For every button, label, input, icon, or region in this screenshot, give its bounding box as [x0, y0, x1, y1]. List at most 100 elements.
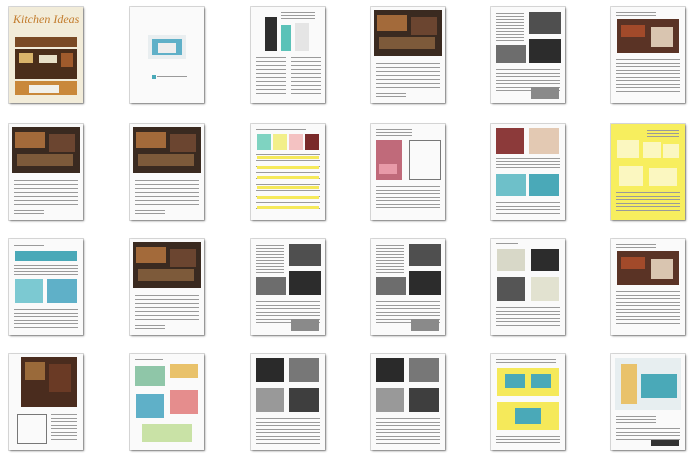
text-line [647, 133, 679, 135]
page-thumbnail-13[interactable] [9, 239, 83, 335]
page-thumbnail-17[interactable] [491, 239, 565, 335]
photo [295, 23, 309, 51]
page-thumbnail-9[interactable] [251, 124, 325, 220]
photo [497, 277, 525, 301]
text-line [496, 324, 560, 326]
page-thumbnail-12[interactable] [611, 124, 685, 220]
page-thumbnail-4[interactable] [371, 7, 445, 103]
page-thumbnail-18[interactable] [611, 239, 685, 335]
photo [529, 12, 561, 34]
text-line [291, 61, 321, 63]
text-line [157, 76, 187, 78]
page-thumbnail-15[interactable] [251, 239, 325, 335]
text-line [616, 69, 680, 71]
text-line [376, 421, 440, 423]
text-line [51, 431, 77, 433]
page-thumbnail-1[interactable]: Kitchen Ideas [9, 7, 83, 103]
page-thumbnail-2[interactable] [130, 7, 204, 103]
text-line [256, 432, 320, 434]
text-line [376, 96, 406, 98]
text-line [291, 93, 321, 95]
page-thumbnail-11[interactable] [491, 124, 565, 220]
photo [15, 279, 43, 303]
photo [376, 358, 404, 382]
text-line [256, 442, 320, 444]
page-thumbnail-8[interactable] [130, 124, 204, 220]
text-line [376, 193, 440, 195]
text-line [14, 268, 78, 270]
photo [497, 249, 525, 271]
photo [152, 75, 156, 79]
text-line [496, 69, 560, 71]
page-thumbnail-22[interactable] [371, 354, 445, 450]
page-thumbnail-19[interactable] [9, 354, 83, 450]
text-line [256, 81, 286, 83]
text-line [496, 28, 524, 30]
photo [496, 45, 526, 63]
text-line [135, 315, 199, 317]
text-line [616, 312, 680, 314]
photo [142, 424, 192, 442]
text-line [256, 304, 320, 306]
text-line [256, 57, 286, 59]
text-line [376, 129, 412, 131]
photo [531, 277, 559, 301]
page-thumbnail-16[interactable] [371, 239, 445, 335]
text-line [291, 69, 321, 71]
text-line [616, 12, 656, 14]
page-thumbnail-6[interactable] [611, 7, 685, 103]
text-line [14, 316, 78, 318]
text-line [496, 158, 560, 160]
photo [15, 37, 77, 47]
text-line [135, 325, 165, 327]
text-line [616, 59, 680, 61]
photo [409, 388, 439, 412]
text-line [256, 202, 320, 204]
page-thumbnail-21[interactable] [251, 354, 325, 450]
text-line [496, 243, 518, 245]
text-line [616, 83, 680, 85]
text-line [291, 73, 321, 75]
text-line [616, 90, 680, 92]
text-line [496, 202, 560, 204]
photo [619, 166, 643, 186]
page-thumbnail-24[interactable] [611, 354, 685, 450]
page-thumbnail-10[interactable] [371, 124, 445, 220]
photo [529, 174, 559, 196]
text-line [51, 414, 77, 416]
text-line [14, 245, 44, 247]
text-line [291, 65, 321, 67]
text-line [616, 322, 680, 324]
text-line [616, 298, 680, 300]
text-line [135, 188, 199, 190]
text-line [14, 210, 44, 212]
photo [25, 362, 45, 380]
text-line [496, 167, 560, 169]
text-line [135, 213, 165, 215]
text-line [14, 192, 78, 194]
text-line [376, 439, 440, 441]
text-line [496, 25, 524, 27]
page-thumbnail-7[interactable] [9, 124, 83, 220]
photo [170, 364, 198, 378]
photo [289, 271, 321, 295]
page-thumbnail-5[interactable] [491, 7, 565, 103]
text-line [376, 315, 440, 317]
text-line [616, 419, 656, 421]
text-line [616, 209, 680, 211]
text-line [496, 310, 560, 312]
text-line [647, 130, 679, 132]
page-thumbnail-14[interactable] [130, 239, 204, 335]
text-line [496, 314, 560, 316]
page-thumbnail-23[interactable] [491, 354, 565, 450]
text-line [616, 247, 656, 249]
text-line [256, 184, 320, 186]
photo [529, 128, 559, 154]
photo [256, 277, 286, 295]
text-line [376, 132, 412, 134]
text-line [281, 12, 315, 14]
page-thumbnail-3[interactable] [251, 7, 325, 103]
photo [409, 358, 439, 382]
photo [15, 132, 45, 148]
page-thumbnail-20[interactable] [130, 354, 204, 450]
